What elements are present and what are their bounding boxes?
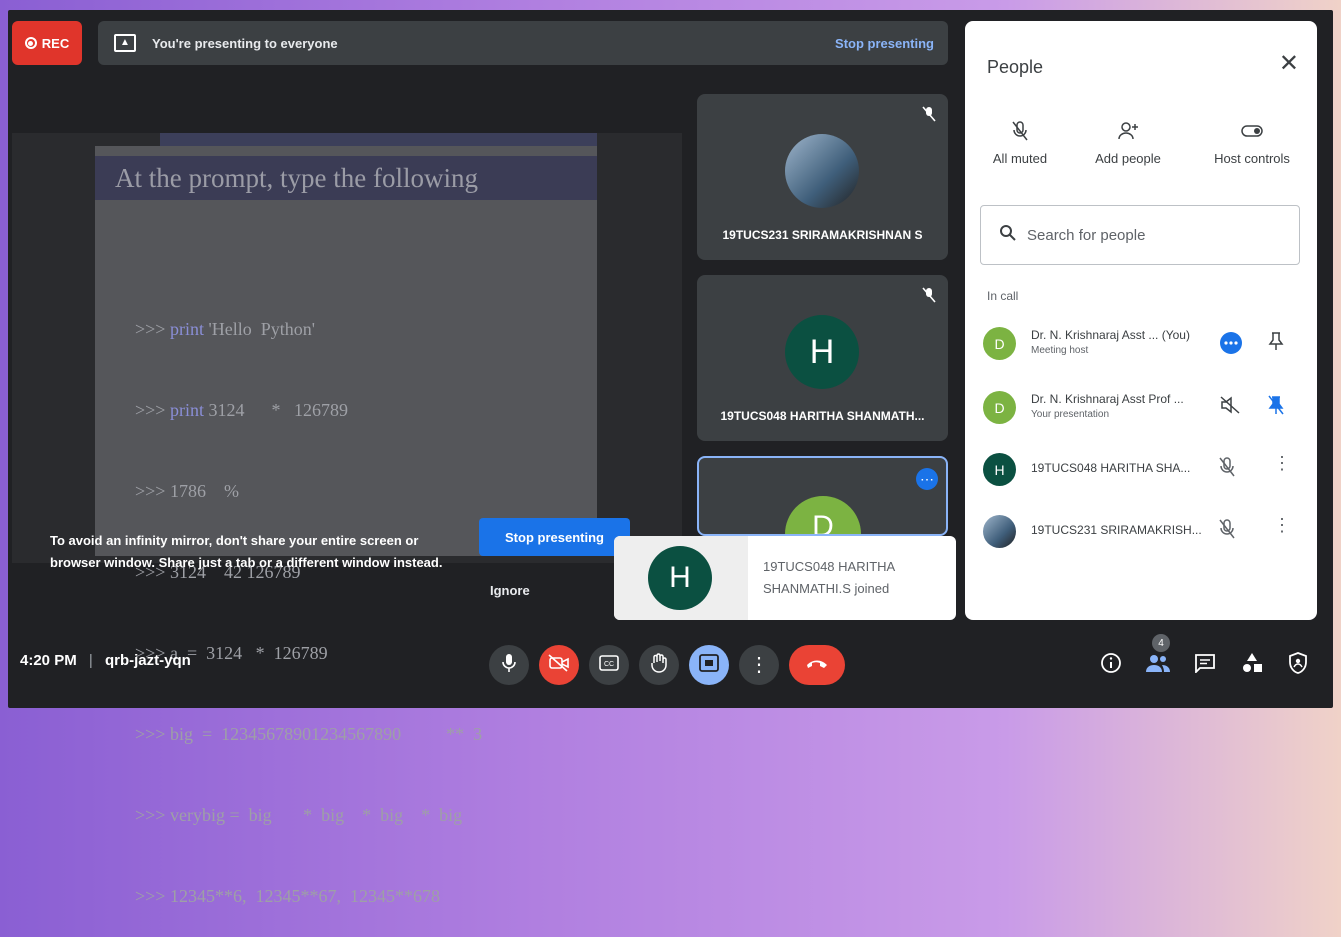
volume-off-icon	[1219, 395, 1241, 420]
captions-button[interactable]: CC	[589, 645, 629, 685]
participant-row[interactable]: 19TUCS231 SRIRAMAKRISH... ⋮	[965, 501, 1317, 561]
present-button[interactable]	[689, 645, 729, 685]
participant-row[interactable]: D Dr. N. Krishnaraj Asst ... (You) Meeti…	[965, 313, 1317, 373]
avatar: D	[785, 496, 861, 534]
code-line: >>> 1786 %	[135, 481, 239, 501]
unpin-icon[interactable]	[1268, 395, 1284, 420]
avatar: H	[785, 315, 859, 389]
camera-button[interactable]	[539, 645, 579, 685]
meeting-code: qrb-jazt-yqn	[104, 652, 191, 669]
mic-off-icon	[1219, 519, 1235, 544]
hand-icon	[650, 652, 668, 678]
participant-tile-active[interactable]: ⋯ D	[697, 456, 948, 536]
code-line: >>> print 'Hello Python'	[135, 319, 315, 339]
svg-text:CC: CC	[604, 661, 614, 668]
info-icon	[1100, 652, 1122, 679]
ignore-button[interactable]: Ignore	[490, 583, 530, 598]
avatar: H	[983, 453, 1016, 486]
end-call-icon	[805, 656, 829, 674]
separator: |	[88, 652, 93, 669]
participant-row[interactable]: D Dr. N. Krishnaraj Asst Prof ... Your p…	[965, 377, 1317, 437]
participant-role: Your presentation	[1031, 409, 1110, 420]
toggle-icon	[1197, 121, 1307, 141]
add-people-button[interactable]: Add people	[1073, 121, 1183, 166]
participant-role: Meeting host	[1031, 345, 1089, 356]
participant-tile[interactable]: 19TUCS231 SRIRAMAKRISHNAN S	[697, 94, 948, 260]
meeting-info-button[interactable]	[1096, 650, 1126, 680]
participant-name: 19TUCS231 SRIRAMAKRISH...	[1031, 523, 1202, 537]
more-vert-icon: ⋮	[749, 654, 769, 676]
code-line: >>> verybig = big * big * big * big	[135, 805, 463, 825]
participant-name: Dr. N. Krishnaraj Asst Prof ...	[1031, 392, 1184, 406]
presenting-message: You're presenting to everyone	[152, 35, 338, 51]
more-options-icon[interactable]: ⋯	[916, 468, 938, 490]
participant-name: 19TUCS048 HARITHA SHA...	[1031, 461, 1191, 475]
more-vert-icon[interactable]: ⋮	[1273, 453, 1291, 474]
participant-name: 19TUCS048 HARITHA SHANMATH...	[720, 409, 925, 423]
people-panel: People ✕ All muted Add people Host contr…	[965, 21, 1317, 620]
mic-off-icon	[1219, 457, 1235, 482]
shield-icon	[1288, 651, 1308, 679]
host-controls-button[interactable]: Host controls	[1197, 121, 1307, 166]
camera-off-icon	[548, 653, 570, 677]
people-button[interactable]	[1143, 650, 1173, 680]
search-icon	[999, 224, 1017, 247]
code-line: >>> big = 12345678901234567890 ** 3	[135, 724, 483, 744]
join-notification: H 19TUCS048 HARITHA SHANMATHI.S joined	[614, 536, 956, 620]
avatar: D	[983, 327, 1016, 360]
mic-off-icon	[922, 287, 936, 308]
mic-off-icon	[965, 121, 1075, 141]
present-screen-icon	[699, 653, 719, 677]
all-muted-button[interactable]: All muted	[965, 121, 1075, 166]
record-icon	[24, 37, 37, 49]
present-screen-icon: ▲	[114, 34, 136, 52]
stop-presenting-button[interactable]: Stop presenting	[479, 518, 630, 556]
captions-icon: CC	[599, 654, 619, 676]
mic-icon	[502, 653, 516, 678]
shapes-icon	[1241, 652, 1263, 679]
panel-title: People	[987, 57, 1044, 77]
participant-row[interactable]: H 19TUCS048 HARITHA SHA... ⋮	[965, 439, 1317, 499]
slide-code: >>> print 'Hello Python' >>> print 3124 …	[135, 262, 482, 937]
toast-avatar-area: H	[614, 536, 748, 620]
avatar	[785, 134, 859, 208]
search-placeholder: Search for people	[1027, 226, 1146, 244]
add-person-icon	[1073, 121, 1183, 141]
host-controls-toolbar-button[interactable]	[1283, 650, 1313, 680]
participant-tile[interactable]: H 19TUCS048 HARITHA SHANMATH...	[697, 275, 948, 441]
participant-name: 19TUCS231 SRIRAMAKRISHNAN S	[722, 228, 923, 242]
leave-call-button[interactable]	[789, 645, 845, 685]
toast-message: 19TUCS048 HARITHA SHANMATHI.S joined	[763, 559, 896, 596]
search-people-field[interactable]: Search for people	[980, 205, 1300, 265]
people-icon	[1145, 653, 1171, 678]
people-count-badge: 4	[1152, 634, 1170, 652]
infinity-mirror-warning: To avoid an infinity mirror, don't share…	[50, 533, 443, 570]
raise-hand-button[interactable]	[639, 645, 679, 685]
mic-off-icon	[922, 106, 936, 127]
code-line: >>> 12345**6, 12345**67, 12345**678	[135, 886, 440, 906]
avatar: H	[648, 546, 712, 610]
more-options-icon[interactable]	[1219, 331, 1243, 360]
presenting-banner: ▲ You're presenting to everyone Stop pre…	[98, 21, 948, 65]
activities-button[interactable]	[1237, 650, 1267, 680]
code-line: >>> print 3124 * 126789	[135, 400, 348, 420]
more-vert-icon[interactable]: ⋮	[1273, 515, 1291, 536]
chat-icon	[1194, 653, 1216, 678]
participant-name: Dr. N. Krishnaraj Asst ... (You)	[1031, 328, 1190, 342]
stop-presenting-link[interactable]: Stop presenting	[835, 36, 934, 51]
more-options-button[interactable]: ⋮	[739, 645, 779, 685]
avatar	[983, 515, 1016, 548]
meeting-details: 4:20 PM | qrb-jazt-yqn	[20, 652, 191, 669]
chat-button[interactable]	[1190, 650, 1220, 680]
recording-badge: REC	[12, 21, 82, 65]
slide-title: At the prompt, type the following	[95, 156, 597, 200]
close-icon[interactable]: ✕	[1279, 49, 1299, 78]
clock-time: 4:20 PM	[20, 652, 77, 669]
pin-icon[interactable]	[1268, 331, 1284, 356]
slide-toolbar	[160, 133, 597, 146]
recording-label: REC	[41, 35, 70, 51]
microphone-button[interactable]	[489, 645, 529, 685]
avatar: D	[983, 391, 1016, 424]
in-call-label: In call	[987, 289, 1019, 303]
